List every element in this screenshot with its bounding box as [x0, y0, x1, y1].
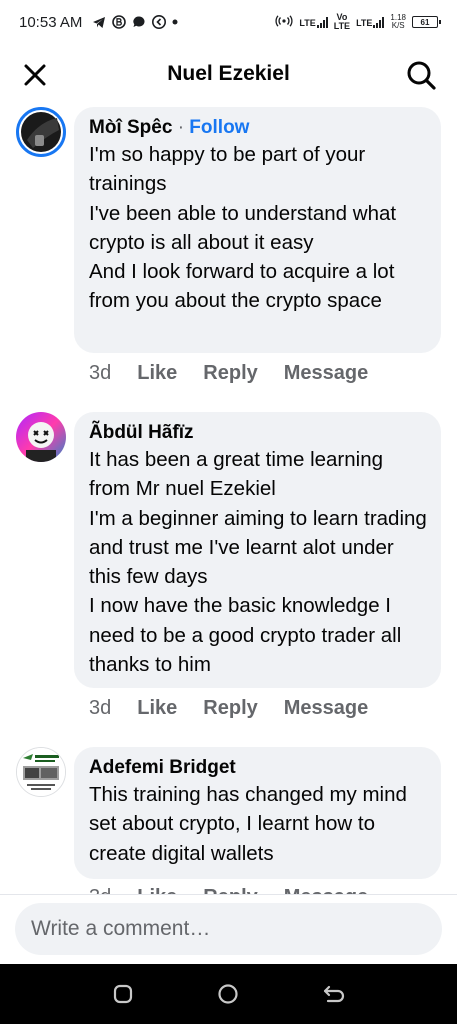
comment-actions: 3d Like Reply Message [89, 362, 368, 385]
comment-author[interactable]: Mòî Spêc [89, 117, 172, 138]
comment-author[interactable]: Ãbdül Hãfïz [89, 422, 194, 443]
app-header: Nuel Ezekiel [0, 44, 457, 104]
back-button[interactable] [320, 980, 348, 1008]
signal-bars-icon [316, 16, 328, 28]
page-title: Nuel Ezekiel [167, 62, 290, 85]
follow-button[interactable]: Follow [189, 117, 249, 138]
home-button[interactable] [214, 980, 242, 1008]
comment-author-line: Mòî Spêc · Follow [89, 116, 427, 140]
chat-bubble-icon [132, 15, 146, 29]
volte-indicator: Vo LTE [333, 12, 351, 31]
comment-bubble[interactable]: Adefemi Bridget This training has change… [74, 747, 441, 879]
shazam-icon [152, 15, 167, 29]
recent-apps-icon [113, 984, 132, 1004]
status-bar: 10:53 AM LTE Vo LTE LTE 1.18 K/S 61 [0, 0, 457, 44]
reply-button[interactable]: Reply [203, 886, 257, 894]
signal-2: LTE [356, 16, 385, 28]
search-button[interactable] [405, 59, 437, 91]
avatar[interactable] [16, 747, 66, 797]
close-icon [24, 64, 46, 86]
avatar[interactable] [16, 412, 66, 462]
status-time: 10:53 AM [19, 13, 83, 31]
notification-icons [92, 15, 178, 29]
battery-icon: 61 [412, 16, 441, 28]
system-nav-bar [0, 964, 457, 1024]
comment-author[interactable]: Adefemi Bridget [89, 757, 236, 778]
comment-actions: 3d Like Reply Message [89, 886, 368, 894]
signal-1: LTE [299, 16, 328, 28]
comment-bubble[interactable]: Ãbdül Hãfïz It has been a great time lea… [74, 412, 441, 688]
comment-composer[interactable] [15, 903, 442, 955]
message-button[interactable]: Message [284, 697, 369, 720]
comment-time: 3d [89, 886, 111, 894]
back-icon [324, 985, 345, 1003]
like-button[interactable]: Like [137, 886, 177, 894]
comment-bubble[interactable]: Mòî Spêc · Follow I'm so happy to be par… [74, 107, 441, 353]
status-right: LTE Vo LTE LTE 1.18 K/S 61 [275, 12, 441, 31]
comment-text: This training has changed my mind set ab… [89, 783, 407, 865]
comment-actions: 3d Like Reply Message [89, 697, 368, 720]
hotspot-icon [275, 14, 293, 30]
avatar-image [17, 748, 65, 796]
reply-button[interactable]: Reply [203, 362, 257, 385]
reply-button[interactable]: Reply [203, 697, 257, 720]
comment-author-line: Ãbdül Hãfïz [89, 421, 427, 445]
separator-dot: · [177, 117, 185, 138]
avatar[interactable] [16, 107, 66, 157]
comment-composer-area [0, 894, 457, 964]
telegram-icon [92, 16, 106, 29]
home-icon [218, 984, 239, 1004]
comment-author-line: Adefemi Bridget [89, 756, 427, 780]
comment-text: I'm so happy to be part of your training… [89, 143, 397, 313]
signal-bars-icon [373, 16, 385, 28]
comment-time: 3d [89, 697, 112, 719]
like-button[interactable]: Like [137, 362, 177, 385]
like-button[interactable]: Like [137, 697, 177, 720]
search-icon [407, 61, 436, 90]
close-button[interactable] [20, 60, 50, 90]
message-button[interactable]: Message [284, 886, 369, 894]
comment-time: 3d [89, 362, 112, 384]
comments-list[interactable]: Mòî Spêc · Follow I'm so happy to be par… [0, 104, 457, 894]
avatar-image [16, 412, 66, 462]
b-circle-icon [112, 15, 127, 29]
network-speed: 1.18 K/S [390, 13, 406, 30]
avatar-image [21, 112, 61, 152]
recent-apps-button[interactable] [109, 980, 137, 1008]
comment-text: It has been a great time learning from M… [89, 448, 427, 677]
message-button[interactable]: Message [284, 362, 369, 385]
dot-icon [172, 19, 178, 25]
comment-input[interactable] [31, 917, 426, 941]
